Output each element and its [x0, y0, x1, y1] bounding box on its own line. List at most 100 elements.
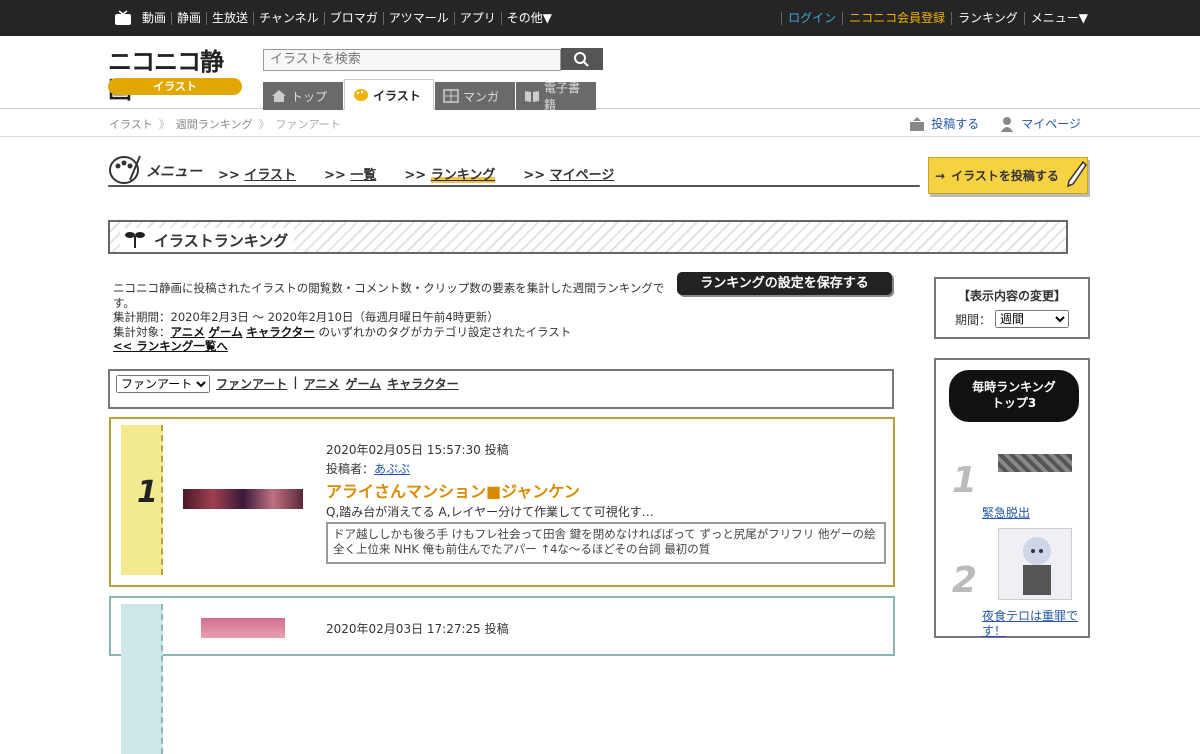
hourly-top3-panel: 毎時ランキング トップ3 1 緊急脱出 2 夜食テロは重罪です！: [934, 358, 1090, 638]
menu-link-illust[interactable]: >> イラスト: [218, 164, 296, 183]
ranking-link[interactable]: ランキング: [951, 11, 1024, 25]
tab-label: 電子書籍: [544, 81, 581, 112]
nav-live[interactable]: 生放送: [206, 11, 253, 25]
post-illust-label: イラストを投稿する: [951, 169, 1059, 183]
category-select[interactable]: ファンアート: [116, 375, 210, 393]
period-select[interactable]: 週間: [995, 310, 1069, 328]
top3-title-link[interactable]: 夜食テロは重罪です！: [982, 609, 1086, 639]
target-tag-anime[interactable]: アニメ: [171, 325, 205, 339]
filter-link-character[interactable]: キャラクター: [387, 375, 459, 392]
poster-label: 投稿者：: [326, 462, 375, 476]
ranking-description: ニコニコ静画に投稿されたイラストの閲覧数・コメント数・クリップ数の要素を集計した…: [113, 281, 673, 354]
arrow-right-icon: →: [935, 168, 946, 183]
breadcrumb-weekly-ranking[interactable]: 週間ランキング: [176, 116, 253, 132]
book-icon: [524, 89, 540, 103]
logo-subtitle: イラスト: [108, 78, 242, 95]
post-illust-button[interactable]: → イラストを投稿する: [928, 157, 1088, 194]
nav-other-dropdown[interactable]: その他▼: [500, 11, 557, 25]
target-tag-game[interactable]: ゲーム: [208, 325, 242, 339]
post-date: 2020年02月05日 15:57:30 投稿: [326, 443, 509, 457]
register-link[interactable]: ニコニコ会員登録: [842, 11, 951, 25]
menu-link-list[interactable]: >> 一覧: [324, 164, 376, 183]
menu-dropdown[interactable]: メニュー▼: [1023, 11, 1088, 25]
tab-manga[interactable]: マンガ: [435, 82, 515, 110]
filter-link-game[interactable]: ゲーム: [345, 375, 381, 392]
target-label: 集計対象：: [113, 324, 171, 339]
display-settings-panel: 【表示内容の変更】 期間： 週間: [934, 277, 1090, 339]
search-button[interactable]: [561, 48, 603, 70]
ranking-list-back-link[interactable]: << ランキング一覧へ: [113, 339, 228, 353]
target-tag-character[interactable]: キャラクター: [246, 325, 315, 339]
ranking-title-bar: イラストランキング: [108, 220, 1068, 254]
menu-link-text: イラスト: [244, 168, 297, 183]
site-header: ニコニコ静画 イラスト トップ イラスト マンガ 電子書籍: [0, 36, 1200, 112]
comment-box: ドア越ししかも後ろ手 けもフレ社会って田舎 鍵を閉めなければばって ずっと尻尾が…: [326, 522, 886, 564]
tab-ebook[interactable]: 電子書籍: [516, 81, 596, 112]
illust-thumbnail[interactable]: [201, 618, 285, 638]
post-link-label: 投稿する: [931, 117, 980, 131]
sprout-icon: [124, 228, 146, 252]
period-line: 集計期間：2020年2月3日 ～ 2020年2月10日（毎週月曜日午前4時更新）: [113, 310, 673, 325]
rank-ribbon: 1: [121, 425, 163, 575]
nav-app[interactable]: アプリ: [453, 11, 501, 25]
nav-atsumaru[interactable]: アツマール: [382, 11, 454, 25]
user-icon: [999, 116, 1015, 132]
category-filter: ファンアート ファンアート | アニメ ゲーム キャラクター: [108, 369, 894, 409]
search-input[interactable]: [263, 48, 561, 71]
top3-badge: 毎時ランキング トップ3: [949, 370, 1079, 422]
page-title: イラストランキング: [120, 228, 295, 252]
manga-icon: [443, 89, 459, 103]
illust-description: Q,踏み台が消えてる A,レイヤー分けて作業してて可視化す…: [326, 505, 654, 519]
menu-divider: [108, 185, 920, 187]
nav-seiga[interactable]: 静画: [171, 11, 206, 25]
description-text: ニコニコ静画に投稿されたイラストの閲覧数・コメント数・クリップ数の要素を集計した…: [113, 281, 665, 310]
post-link[interactable]: 投稿する: [909, 115, 979, 132]
search-box: [263, 48, 603, 71]
global-navbar: 動画 静画 生放送 チャンネル ブロマガ アツマール アプリ その他▼ ログイン…: [0, 0, 1200, 36]
poster-link[interactable]: あぷぷ: [374, 462, 410, 476]
login-link[interactable]: ログイン: [781, 11, 842, 25]
pen-icon: [1065, 160, 1087, 191]
settings-title: 【表示内容の変更】: [957, 289, 1066, 303]
illust-menu: メニュー >> イラスト >> 一覧 >> ランキング >> マイページ: [108, 150, 920, 188]
tab-top[interactable]: トップ: [263, 82, 343, 110]
mypage-link[interactable]: マイページ: [999, 115, 1081, 132]
niconico-tv-icon[interactable]: [114, 10, 132, 26]
nav-channel[interactable]: チャンネル: [253, 11, 324, 25]
post-date: 2020年02月03日 17:27:25 投稿: [326, 622, 509, 636]
target-line: 集計対象：アニメ ゲーム キャラクター のいずれかのタグがカテゴリ設定されたイラ…: [113, 325, 673, 340]
rank-number: 1: [137, 475, 158, 510]
logo-text: ニコニコ静画: [108, 48, 224, 104]
filter-link-fanart[interactable]: ファンアート: [216, 375, 287, 392]
tab-illust[interactable]: イラスト: [344, 79, 434, 110]
top3-title-link[interactable]: 緊急脱出: [982, 506, 1086, 521]
search-icon: [574, 52, 589, 67]
illust-thumbnail[interactable]: [183, 489, 303, 509]
menu-link-mypage[interactable]: >> マイページ: [523, 164, 614, 183]
illust-title-link[interactable]: アライさんマンション■ジャンケン: [326, 478, 580, 502]
breadcrumb: イラスト 》 週間ランキング 》 ファンアート 投稿する マイページ: [0, 109, 1200, 137]
menu-link-ranking[interactable]: >> ランキング: [404, 164, 496, 183]
save-ranking-settings-button[interactable]: ランキングの設定を保存する: [677, 272, 892, 295]
filter-link-anime[interactable]: アニメ: [304, 375, 340, 392]
breadcrumb-illust[interactable]: イラスト: [109, 116, 153, 132]
top3-title: 毎時ランキング トップ3: [972, 380, 1056, 410]
seiga-logo[interactable]: ニコニコ静画 イラスト: [108, 48, 242, 104]
menu-label: メニュー: [146, 164, 202, 180]
period-select-label: 期間：: [954, 312, 991, 327]
tab-label: トップ: [291, 89, 328, 104]
ranking-item: 1 2020年02月05日 15:57:30 投稿 投稿者：あぷぷ アライさんマ…: [109, 417, 895, 587]
menu-link-text: マイページ: [549, 168, 615, 183]
chevron-right-icon: 》: [258, 118, 270, 131]
tab-label: イラスト: [373, 88, 421, 103]
poster-line: 投稿者：あぷぷ: [326, 460, 410, 477]
nav-douga[interactable]: 動画: [142, 11, 171, 25]
top3-thumbnail[interactable]: [998, 528, 1072, 600]
top3-thumbnail[interactable]: [998, 454, 1072, 472]
menu-link-text: 一覧: [350, 168, 377, 183]
category-tabs: トップ イラスト マンガ 電子書籍: [263, 79, 597, 112]
upload-icon: [909, 116, 925, 132]
nav-blomaga[interactable]: ブロマガ: [323, 11, 383, 25]
menu-links: >> イラスト >> 一覧 >> ランキング >> マイページ: [218, 164, 642, 183]
top3-rank-number: 2: [952, 560, 978, 601]
